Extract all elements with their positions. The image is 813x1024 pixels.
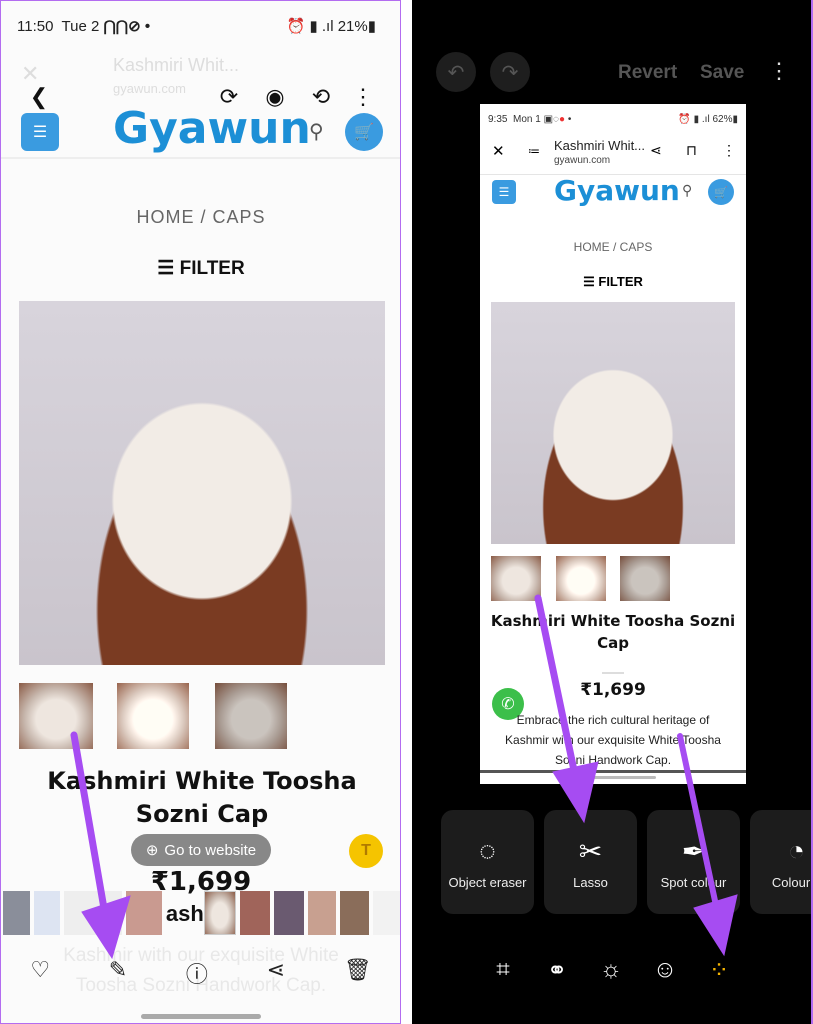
undo-icon[interactable]: ↶ <box>436 52 476 92</box>
filter-icon[interactable]: ⚭ <box>540 956 574 985</box>
preview-product-image <box>491 302 735 544</box>
menu-icon: ☰ <box>492 180 516 204</box>
trash-icon[interactable]: 🗑 <box>344 957 372 989</box>
tool-label: Spot colour <box>660 874 727 890</box>
share-icon[interactable]: ⋖ <box>267 957 285 989</box>
object-eraser-button[interactable]: ◌ Object eraser <box>441 810 534 914</box>
heart-icon[interactable]: ♡ <box>30 957 50 989</box>
go-to-website-button[interactable]: ⊕ Go to website <box>131 834 271 866</box>
brightness-icon[interactable]: ☼ <box>594 956 628 985</box>
tool-label: Object eraser <box>448 874 527 890</box>
more-icon: ⋮ <box>722 142 736 158</box>
preview-domain: gyawun.com <box>554 155 611 166</box>
product-image <box>19 301 385 665</box>
tool-label: Colour n <box>771 874 811 890</box>
info-icon[interactable]: ⓘ <box>186 957 208 989</box>
spot-colour-icon: ✒ <box>681 835 706 867</box>
status-date: Tue 2 <box>61 18 100 35</box>
tool-label: Lasso <box>573 874 608 890</box>
status-time: 11:50 <box>17 18 54 35</box>
ghost-title: Kashmiri Whit... <box>113 55 240 75</box>
back-icon[interactable]: ❮ <box>23 81 55 113</box>
revert-button[interactable]: Revert <box>618 62 677 84</box>
colour-button[interactable]: ◔ Colour n <box>750 810 811 914</box>
status-bar: 11:50 Tue 2 ⋂⋂⊘ • <box>17 18 151 35</box>
site-logo: Gyawun <box>113 103 311 154</box>
globe-icon: ⊕ <box>145 842 159 859</box>
status-right: ⏰ ▮ .ıl 21%▮ <box>286 18 376 35</box>
preview-status-right: ⏰ ▮ .ıl 62%▮ <box>678 114 738 125</box>
palette-icon: ◔ <box>788 834 805 866</box>
sticker-icon[interactable]: ☺ <box>648 956 682 985</box>
ghost-domain: gyawun.com <box>113 81 186 96</box>
photo-editor-panel: ↶ ↷ Revert Save ⋮ 9:35 Mon 1 ▣◌● • ⏰ ▮ .… <box>412 0 813 1024</box>
film-thumb[interactable] <box>274 891 305 935</box>
crop-rotate-icon[interactable]: ⌗ <box>486 956 520 985</box>
preview-date: Mon 1 <box>513 114 541 125</box>
preview-filter: ☰ FILTER <box>583 274 643 289</box>
preview-filter-label: FILTER <box>598 274 643 289</box>
spot-colour-button[interactable]: ✒ Spot colour <box>647 810 740 914</box>
film-thumb[interactable] <box>3 891 30 935</box>
film-thumb[interactable] <box>340 891 369 935</box>
preview-thumbnail <box>620 556 670 601</box>
preview-status: 9:35 Mon 1 ▣◌● • <box>488 114 572 125</box>
gallery-viewer-panel: 11:50 Tue 2 ⋂⋂⊘ • ⏰ ▮ .ıl 21%▮ ✕ Kashmir… <box>0 0 401 1024</box>
breadcrumb: HOME / CAPS <box>136 207 266 227</box>
preview-thumbnail <box>491 556 541 601</box>
film-text: ash <box>165 901 204 926</box>
lasso-button[interactable]: ✂ Lasso <box>544 810 637 914</box>
bookmark-icon: ⊓ <box>686 142 697 158</box>
cart-icon: 🛒 <box>345 113 383 151</box>
preview-logo: Gyawun <box>554 174 680 207</box>
preview-page-title: Kashmiri Whit... <box>554 138 646 153</box>
filter-button: ☰ FILTER <box>157 258 245 279</box>
preview-battery: 62% <box>712 114 733 125</box>
preview-thumbnail <box>556 556 606 601</box>
screenshot-preview: 9:35 Mon 1 ▣◌● • ⏰ ▮ .ıl 62%▮ ✕ ≔ Kashmi… <box>480 104 746 784</box>
go-to-website-label: Go to website <box>164 841 257 859</box>
cart-icon: 🛒 <box>708 179 734 205</box>
home-indicator <box>141 1014 261 1019</box>
settings-icon: ≔ <box>528 144 540 158</box>
search-icon: ⚲ <box>309 121 324 143</box>
battery-level: 21% <box>337 18 368 35</box>
film-thumb[interactable] <box>308 891 337 935</box>
filmstrip[interactable]: ash <box>1 891 400 935</box>
thumbnail <box>215 683 287 749</box>
thumbnail <box>117 683 189 749</box>
lasso-icon: ✂ <box>578 835 603 867</box>
text-extract-icon[interactable]: T <box>349 834 383 868</box>
film-thumb[interactable] <box>239 891 270 935</box>
product-title: Kashmiri White Toosha Sozni Cap <box>47 767 357 828</box>
preview-description: Embrace the rich cultural heritage of Ka… <box>505 713 721 767</box>
more-icon[interactable]: ⋮ <box>768 58 790 84</box>
film-thumb[interactable] <box>126 891 162 935</box>
share-icon: ⋖ <box>650 142 662 158</box>
film-thumb-current[interactable] <box>203 891 236 935</box>
tool-cards: ◌ Object eraser ✂ Lasso ✒ Spot colour ◔ Colo… <box>441 810 811 914</box>
thumbnail <box>19 683 93 749</box>
bottom-actions: ♡ ✎ ⓘ ⋖ 🗑 <box>1 957 400 989</box>
film-thumb[interactable] <box>33 891 61 935</box>
film-thumb[interactable] <box>64 891 123 935</box>
preview-breadcrumb: HOME / CAPS <box>573 240 653 254</box>
preview-time: 9:35 <box>488 114 508 125</box>
more-icon[interactable]: ⋮ <box>347 81 379 113</box>
filter-label: FILTER <box>179 258 245 279</box>
film-thumb[interactable] <box>372 891 400 935</box>
editor-bottom-bar: ⌗ ⚭ ☼ ☺ ⁘ <box>486 956 736 985</box>
menu-icon: ☰ <box>21 113 59 151</box>
object-eraser-icon: ◌ <box>479 834 496 866</box>
redo-icon[interactable]: ↷ <box>490 52 530 92</box>
save-button[interactable]: Save <box>700 62 744 84</box>
preview-product-title: Kashmiri White Toosha Sozni Cap <box>490 612 736 652</box>
search-icon: ⚲ <box>682 182 693 198</box>
close-icon: ✕ <box>492 143 505 160</box>
more-tools-icon[interactable]: ⁘ <box>702 956 736 985</box>
pencil-icon[interactable]: ✎ <box>109 957 127 989</box>
